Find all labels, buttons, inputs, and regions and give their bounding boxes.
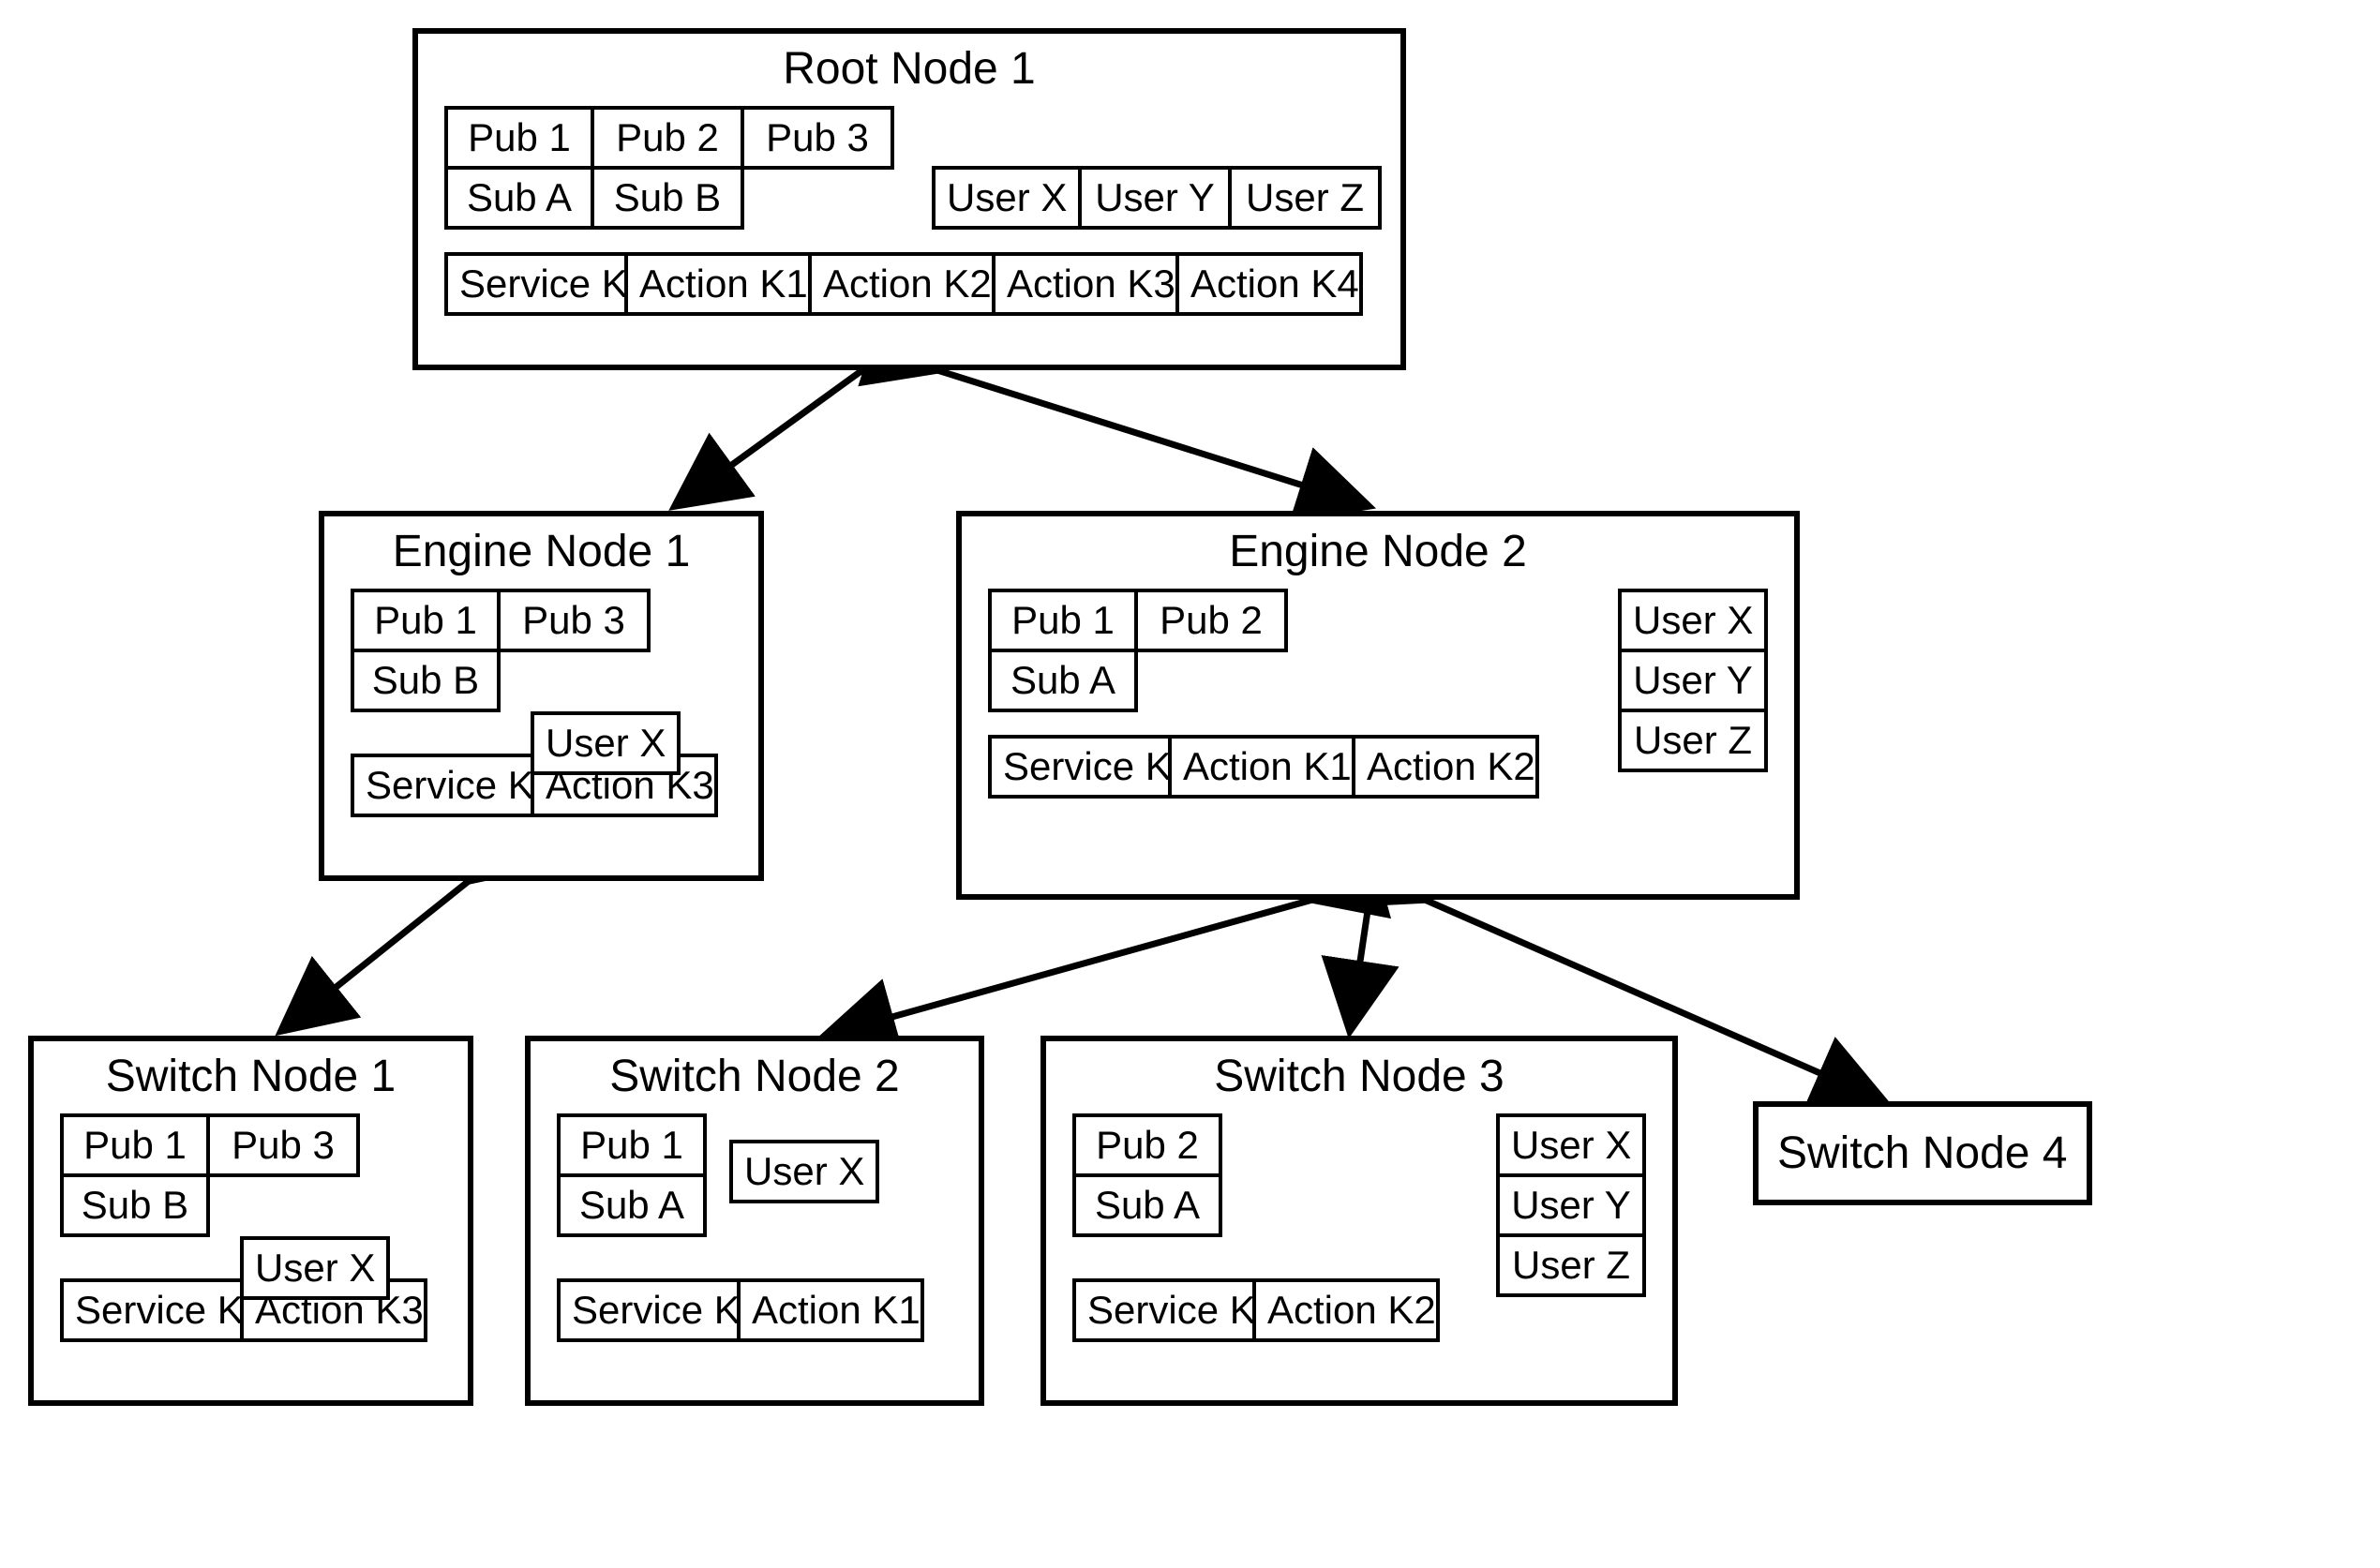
user-cell: User Z	[1232, 166, 1382, 230]
action-cell: Action K1	[628, 252, 812, 316]
sub-cell: Sub A	[444, 170, 594, 230]
pub-cell: Pub 2	[594, 106, 744, 170]
sub-cell: Sub A	[1072, 1177, 1222, 1237]
switch-node-2: Switch Node 2 Pub 1 Sub A User X Ser	[525, 1036, 984, 1406]
pub-cell: Pub 3	[744, 106, 894, 170]
action-cell: Action K1	[741, 1278, 924, 1342]
action-cell: Action K2	[1256, 1278, 1440, 1342]
user-cell: User X	[729, 1140, 879, 1203]
action-cell: Action K2	[812, 252, 995, 316]
user-cell: User Y	[1496, 1177, 1646, 1237]
service-cell: Service K	[444, 252, 628, 316]
sub-cell: Sub B	[60, 1177, 210, 1237]
action-cell: Action K3	[995, 252, 1179, 316]
action-cell: Action K1	[1172, 735, 1355, 799]
sub-cell: Sub B	[351, 652, 501, 712]
user-cell: User Y	[1082, 166, 1232, 230]
node-title: Engine Node 2	[962, 526, 1794, 577]
action-cell: Action K2	[1355, 735, 1539, 799]
pub-cell: Pub 1	[60, 1113, 210, 1177]
service-cell: Service K	[988, 735, 1172, 799]
sub-cell: Sub B	[594, 170, 744, 230]
node-title: Engine Node 1	[324, 526, 758, 577]
pub-cell: Pub 1	[557, 1113, 707, 1177]
root-node-1: Root Node 1 Pub 1 Pub 2 Pub 3 Sub A Sub …	[412, 28, 1406, 370]
node-title: Switch Node 3	[1046, 1051, 1672, 1102]
sub-cell: Sub A	[988, 652, 1138, 712]
pub-cell: Pub 3	[501, 589, 651, 652]
engine-node-2: Engine Node 2 Pub 1 Pub 2 Sub A Service …	[956, 511, 1800, 900]
user-cell: User X	[1618, 589, 1768, 652]
service-cell: Service K	[351, 754, 534, 817]
sub-cell: Sub A	[557, 1177, 707, 1237]
user-cell: User Z	[1496, 1237, 1646, 1297]
service-cell: Service K	[1072, 1278, 1256, 1342]
switch-node-4: Switch Node 4	[1753, 1101, 2092, 1205]
switch-node-1: Switch Node 1 Pub 1 Pub 3 Sub B User X S…	[28, 1036, 473, 1406]
diagram-canvas: Root Node 1 Pub 1 Pub 2 Pub 3 Sub A Sub …	[0, 0, 2380, 1568]
pub-cell: Pub 3	[210, 1113, 360, 1177]
user-cell: User X	[240, 1236, 390, 1300]
user-cell: User X	[932, 166, 1082, 230]
action-cell: Action K4	[1179, 252, 1363, 316]
service-cell: Service K	[60, 1278, 244, 1342]
pub-cell: Pub 2	[1072, 1113, 1222, 1177]
user-cell: User X	[531, 711, 681, 775]
node-title: Switch Node 2	[531, 1051, 979, 1102]
node-title: Root Node 1	[418, 43, 1400, 95]
pub-cell: Pub 1	[988, 589, 1138, 652]
engine-node-1: Engine Node 1 Pub 1 Pub 3 Sub B User X S…	[319, 511, 764, 881]
service-cell: Service K	[557, 1278, 741, 1342]
user-cell: User Y	[1618, 652, 1768, 712]
pub-cell: Pub 1	[351, 589, 501, 652]
pub-cell: Pub 2	[1138, 589, 1288, 652]
user-cell: User Z	[1618, 712, 1768, 772]
user-cell: User X	[1496, 1113, 1646, 1177]
pub-cell: Pub 1	[444, 106, 594, 170]
node-title: Switch Node 4	[1777, 1127, 2068, 1179]
node-title: Switch Node 1	[34, 1051, 468, 1102]
switch-node-3: Switch Node 3 Pub 2 Sub A Service K Acti…	[1040, 1036, 1678, 1406]
